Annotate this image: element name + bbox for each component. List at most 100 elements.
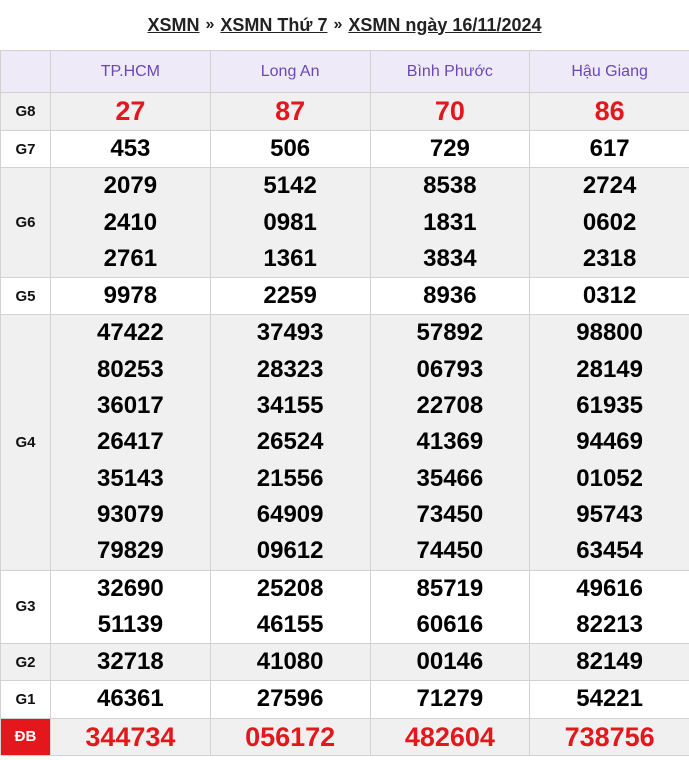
- prize-cell: 729: [369, 129, 531, 169]
- prize-cell: 57892 06793 22708 41369 35466 73450 74450: [369, 314, 531, 571]
- prize-row-g8: G8 27 87 70 86: [0, 92, 689, 131]
- prize-cell: 32718: [50, 643, 211, 682]
- prize-number: 64909: [256, 500, 324, 528]
- prize-cell: 98800 28149 61935 94469 01052 95743 63454: [529, 314, 689, 571]
- prize-number: 0981: [263, 208, 317, 236]
- prize-cell: 32690 51139: [50, 569, 211, 645]
- prize-number: 32690: [97, 574, 164, 602]
- prize-row-db: ĐB 344734 056172 482604 738756: [0, 717, 689, 757]
- prize-number: 3834: [423, 244, 477, 272]
- prize-number: 57892: [416, 319, 484, 347]
- prize-number: 70: [434, 96, 465, 127]
- prize-number: 37493: [256, 319, 324, 347]
- prize-number: 25208: [256, 574, 324, 602]
- prize-number: 2410: [103, 208, 158, 236]
- prize-number: 0602: [582, 208, 637, 236]
- prize-number: 85719: [416, 574, 484, 602]
- province-header[interactable]: Hậu Giang: [529, 50, 689, 93]
- prize-row-g4: G4 47422 80253 36017 26417 35143 93079 79829 374…: [0, 314, 689, 571]
- prize-number: 26417: [97, 428, 164, 456]
- lottery-results-table: TP.HCM Long An Bình Phước Hậu Giang G8 27…: [0, 50, 689, 757]
- prize-number: 46361: [97, 685, 164, 713]
- prize-row-g5: G5 9978 2259 8936 0312: [0, 277, 689, 316]
- prize-cell: 506: [209, 129, 371, 169]
- prize-cell: 86: [529, 92, 689, 131]
- prize-number: 2259: [263, 282, 317, 310]
- prize-number: 27: [115, 96, 146, 127]
- breadcrumb-link-xsmn-thu-7[interactable]: XSMN Thứ 7: [220, 15, 327, 36]
- prize-cell: 482604: [369, 717, 531, 757]
- prize-label: G8: [0, 92, 51, 131]
- prize-label: G7: [0, 129, 51, 169]
- prize-number: 2079: [103, 172, 158, 200]
- prize-number: 87: [275, 96, 306, 127]
- prize-cell: 344734: [50, 717, 211, 757]
- prize-number: 26524: [256, 428, 324, 456]
- prize-number: 729: [429, 135, 470, 162]
- prize-number: 71279: [416, 685, 484, 713]
- prize-number: 617: [589, 135, 630, 162]
- prize-number: 06793: [416, 355, 484, 383]
- prize-label: G4: [0, 314, 51, 571]
- prize-cell: 2079 2410 2761: [50, 167, 211, 279]
- prize-number: 34155: [256, 392, 324, 420]
- prize-number: 61935: [576, 392, 643, 420]
- prize-cell: 82149: [529, 643, 689, 682]
- breadcrumb: XSMN » XSMN Thứ 7 » XSMN ngày 16/11/2024: [0, 0, 689, 50]
- prize-number: 453: [110, 135, 151, 162]
- prize-number: 738756: [564, 721, 655, 752]
- prize-row-g6: G6 2079 2410 2761 5142 0981 1361 8538 1831 3834 27…: [0, 167, 689, 279]
- prize-cell: 87: [209, 92, 371, 131]
- prize-number: 32718: [97, 648, 164, 676]
- prize-cell: 00146: [369, 643, 531, 682]
- province-header[interactable]: Long An: [209, 50, 371, 93]
- prize-cell: 37493 28323 34155 26524 21556 64909 09612: [209, 314, 371, 571]
- prize-number: 35143: [97, 464, 164, 492]
- province-header[interactable]: TP.HCM: [50, 50, 211, 93]
- prize-cell: 453: [50, 129, 211, 169]
- prize-number: 35466: [416, 464, 484, 492]
- prize-cell: 5142 0981 1361: [209, 167, 371, 279]
- breadcrumb-link-xsmn-date[interactable]: XSMN ngày 16/11/2024: [348, 15, 541, 36]
- prize-label: G1: [0, 680, 51, 719]
- prize-number: 21556: [256, 464, 324, 492]
- prize-number: 01052: [576, 464, 643, 492]
- prize-number: 86: [594, 96, 625, 127]
- prize-number: 73450: [416, 500, 484, 528]
- prize-cell: 54221: [529, 680, 689, 719]
- prize-number: 46155: [256, 610, 324, 638]
- prize-cell: 0312: [529, 277, 689, 316]
- prize-cell: 85719 60616: [369, 569, 531, 645]
- prize-cell: 617: [529, 129, 689, 169]
- prize-number: 63454: [576, 537, 643, 565]
- prize-cell: 738756: [529, 717, 689, 757]
- prize-cell: 71279: [369, 680, 531, 719]
- prize-cell: 056172: [209, 717, 371, 757]
- table-header-row: TP.HCM Long An Bình Phước Hậu Giang: [0, 50, 689, 93]
- prize-cell: 70: [369, 92, 531, 131]
- prize-number: 09612: [256, 537, 324, 565]
- prize-cell: 8936: [369, 277, 531, 316]
- prize-number: 5142: [263, 172, 317, 200]
- prize-cell: 8538 1831 3834: [369, 167, 531, 279]
- prize-cell: 27596: [209, 680, 371, 719]
- prize-number: 0312: [582, 282, 637, 310]
- prize-number: 2724: [582, 172, 637, 200]
- prize-cell: 27: [50, 92, 211, 131]
- prize-row-g2: G2 32718 41080 00146 82149: [0, 643, 689, 682]
- prize-number: 60616: [416, 610, 484, 638]
- prize-number: 94469: [576, 428, 643, 456]
- prize-number: 28149: [576, 355, 643, 383]
- prize-number: 82149: [576, 648, 643, 676]
- prize-cell: 25208 46155: [209, 569, 371, 645]
- prize-number: 1361: [263, 244, 317, 272]
- province-header[interactable]: Bình Phước: [369, 50, 531, 93]
- prize-cell: 46361: [50, 680, 211, 719]
- prize-row-g7: G7 453 506 729 617: [0, 129, 689, 169]
- prize-number: 47422: [97, 319, 164, 347]
- prize-number: 49616: [576, 574, 643, 602]
- breadcrumb-link-xsmn[interactable]: XSMN: [148, 15, 200, 36]
- prize-number: 51139: [97, 610, 164, 638]
- prize-cell: 2724 0602 2318: [529, 167, 689, 279]
- prize-number: 344734: [85, 721, 176, 752]
